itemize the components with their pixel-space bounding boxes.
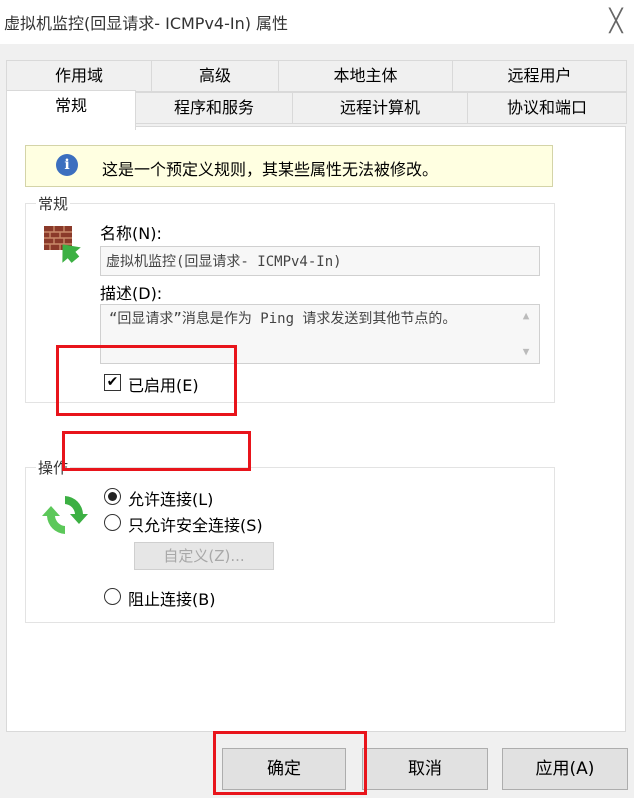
description-label: 描述(D): xyxy=(100,284,163,303)
close-icon[interactable]: ╳ xyxy=(598,4,634,40)
name-field-value: 虚拟机监控(回显请求- ICMPv4-In) xyxy=(106,254,342,270)
highlight-enabled-checkbox xyxy=(56,345,237,416)
notice-text: 这是一个预定义规则，其某些属性无法被修改。 xyxy=(102,160,439,179)
allow-connection-label[interactable]: 允许连接(L) xyxy=(128,486,213,510)
action-group: 操作 允许连接(L) 只允许安全连接(S) 自定义(Z)... 阻止连接(B) xyxy=(25,457,555,623)
firewall-rule-icon xyxy=(42,222,84,264)
tab-programs-services[interactable]: 程序和服务 xyxy=(135,92,293,124)
allow-secure-connection-label[interactable]: 只允许安全连接(S) xyxy=(128,512,263,536)
apply-button[interactable]: 应用(A) xyxy=(502,748,628,790)
info-notice: i 这是一个预定义规则，其某些属性无法被修改。 xyxy=(25,145,553,187)
allow-arrows-icon xyxy=(42,492,88,538)
tab-general[interactable]: 常规 xyxy=(6,90,136,130)
scroll-down-icon[interactable]: ▼ xyxy=(517,343,535,361)
block-connection-label[interactable]: 阻止连接(B) xyxy=(128,586,215,610)
tab-remote-users[interactable]: 远程用户 xyxy=(452,60,627,92)
description-field-value: “回显请求”消息是作为 Ping 请求发送到其他节点的。 xyxy=(109,311,457,327)
tab-scope[interactable]: 作用域 xyxy=(6,60,152,92)
block-connection-radio[interactable] xyxy=(104,588,121,605)
title-bar: 虚拟机监控(回显请求- ICMPv4-In) 属性 ╳ xyxy=(0,0,634,44)
allow-connection-radio[interactable] xyxy=(104,488,121,505)
window-title: 虚拟机监控(回显请求- ICMPv4-In) 属性 xyxy=(4,14,289,33)
customize-button: 自定义(Z)... xyxy=(134,542,274,570)
tab-panel-general: i 这是一个预定义规则，其某些属性无法被修改。 常规 名称(N): 虚拟机监控(… xyxy=(6,126,626,732)
dialog-body: 作用域 高级 本地主体 远程用户 常规 程序和服务 远程计算机 协议和端口 i … xyxy=(0,44,634,798)
radio-selected-dot xyxy=(108,492,117,501)
name-label: 名称(N): xyxy=(100,224,162,243)
cancel-button[interactable]: 取消 xyxy=(362,748,488,790)
name-field[interactable]: 虚拟机监控(回显请求- ICMPv4-In) xyxy=(100,246,540,276)
highlight-allow-connection xyxy=(62,431,251,471)
highlight-ok-button xyxy=(213,731,367,795)
scroll-up-icon[interactable]: ▲ xyxy=(517,307,535,325)
tab-advanced[interactable]: 高级 xyxy=(151,60,279,92)
info-icon: i xyxy=(56,154,78,176)
tab-protocols-ports[interactable]: 协议和端口 xyxy=(467,92,627,124)
general-group-label: 常规 xyxy=(36,193,71,214)
tab-local-principals[interactable]: 本地主体 xyxy=(278,60,453,92)
allow-secure-connection-radio[interactable] xyxy=(104,514,121,531)
tab-remote-computers[interactable]: 远程计算机 xyxy=(292,92,468,124)
